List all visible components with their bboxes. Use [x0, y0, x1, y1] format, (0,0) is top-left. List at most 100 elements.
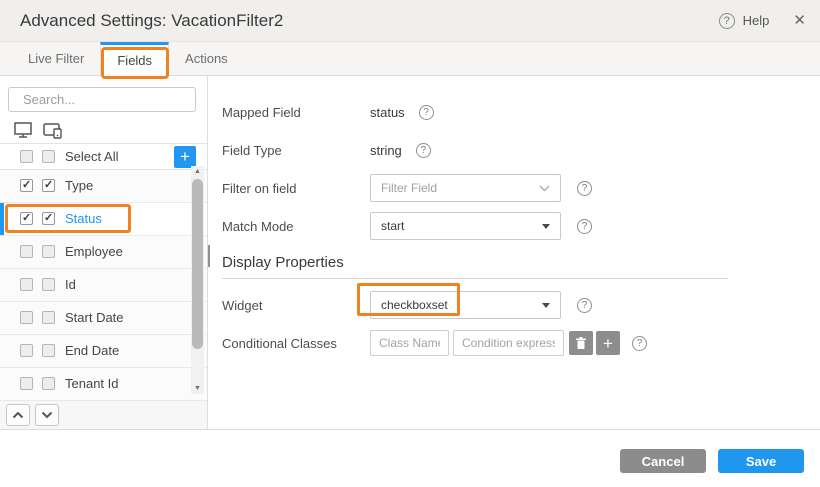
display-properties-heading: Display Properties	[222, 254, 728, 279]
field-label: Status	[65, 211, 102, 226]
desktop-checkbox[interactable]	[20, 311, 33, 324]
field-list-item-status[interactable]: Status	[0, 203, 207, 236]
field-list: Type Status Employee	[0, 170, 207, 401]
conditional-classes-label: Conditional Classes	[222, 336, 370, 351]
dialog-footer: Cancel Save	[0, 430, 820, 486]
tab-label: Fields	[117, 53, 152, 68]
help-icon[interactable]	[419, 105, 434, 120]
mobile-checkbox[interactable]	[42, 179, 55, 192]
advanced-settings-dialog: Advanced Settings: VacationFilter2 ? Hel…	[0, 0, 820, 487]
field-list-item-type[interactable]: Type	[0, 170, 207, 203]
desktop-icon[interactable]	[13, 121, 33, 139]
mobile-checkbox[interactable]	[42, 311, 55, 324]
field-list-item-end-date[interactable]: End Date	[0, 335, 207, 368]
chevron-down-icon	[539, 185, 550, 192]
mobile-checkbox[interactable]	[42, 278, 55, 291]
field-label: End Date	[65, 343, 119, 358]
dropdown-caret-icon	[542, 303, 550, 308]
match-mode-select[interactable]: start	[370, 212, 561, 240]
widget-label: Widget	[222, 298, 370, 313]
match-mode-row: Match Mode start	[222, 212, 820, 240]
device-toggle-row	[0, 116, 207, 144]
main-area: Select All + Type Status	[0, 76, 820, 430]
mobile-checkbox[interactable]	[42, 212, 55, 225]
save-button[interactable]: Save	[718, 449, 804, 473]
field-type-label: Field Type	[222, 143, 370, 158]
field-settings-panel: Mapped Field status Field Type string Fi…	[208, 76, 820, 429]
move-up-button[interactable]	[6, 404, 30, 426]
field-list-item-employee[interactable]: Employee	[0, 236, 207, 269]
filter-field-select[interactable]: Filter Field	[370, 174, 561, 202]
tab-fields[interactable]: Fields	[100, 42, 169, 76]
inner-scrollbar-thumb[interactable]	[208, 245, 210, 267]
help-icon[interactable]	[577, 298, 592, 313]
select-all-row[interactable]: Select All +	[0, 144, 207, 169]
search-box[interactable]	[8, 87, 196, 112]
search-area	[0, 76, 207, 116]
mapped-field-row: Mapped Field status	[222, 98, 820, 126]
class-name-input[interactable]	[370, 330, 449, 356]
select-all-desktop-checkbox[interactable]	[20, 150, 33, 163]
desktop-checkbox[interactable]	[20, 377, 33, 390]
help-link[interactable]: Help	[743, 13, 770, 28]
cancel-button[interactable]: Cancel	[620, 449, 706, 473]
desktop-checkbox[interactable]	[20, 179, 33, 192]
field-list-item-tenant-id[interactable]: Tenant Id	[0, 368, 207, 401]
help-icon[interactable]	[632, 336, 647, 351]
field-label: Tenant Id	[65, 376, 119, 391]
scrollbar-thumb[interactable]	[192, 179, 203, 349]
widget-select[interactable]: checkboxset	[370, 291, 561, 319]
help-icon[interactable]	[577, 181, 592, 196]
trash-icon	[575, 337, 587, 350]
field-label: Id	[65, 277, 76, 292]
close-icon[interactable]: ✕	[793, 13, 806, 28]
dropdown-caret-icon	[542, 224, 550, 229]
field-label: Employee	[65, 244, 123, 259]
mobile-checkbox[interactable]	[42, 377, 55, 390]
move-down-button[interactable]	[35, 404, 59, 426]
field-type-row: Field Type string	[222, 136, 820, 164]
field-label: Start Date	[65, 310, 124, 325]
mobile-checkbox[interactable]	[42, 344, 55, 357]
add-condition-button[interactable]: +	[596, 331, 620, 355]
tab-actions[interactable]: Actions	[169, 42, 244, 75]
filter-on-field-label: Filter on field	[222, 181, 370, 196]
condition-expression-input[interactable]	[453, 330, 564, 356]
desktop-checkbox[interactable]	[20, 344, 33, 357]
field-list-item-id[interactable]: Id	[0, 269, 207, 302]
search-input[interactable]	[23, 92, 199, 107]
mapped-field-value: status	[370, 105, 405, 120]
tab-label: Live Filter	[28, 51, 84, 66]
titlebar-actions: ? Help ✕	[719, 13, 806, 29]
desktop-checkbox[interactable]	[20, 278, 33, 291]
scroll-down-icon[interactable]: ▼	[191, 383, 204, 394]
field-type-value: string	[370, 143, 402, 158]
mobile-checkbox[interactable]	[42, 245, 55, 258]
field-list-item-start-date[interactable]: Start Date	[0, 302, 207, 335]
help-icon[interactable]	[577, 219, 592, 234]
desktop-checkbox[interactable]	[20, 245, 33, 258]
scrollbar[interactable]: ▲ ▼	[191, 166, 204, 394]
help-icon[interactable]	[416, 143, 431, 158]
dialog-title: Advanced Settings: VacationFilter2	[20, 11, 719, 31]
chevron-down-icon	[41, 411, 53, 419]
filter-on-field-row: Filter on field Filter Field	[222, 174, 820, 202]
help-icon[interactable]: ?	[719, 13, 735, 29]
match-mode-value: start	[381, 219, 542, 233]
widget-value: checkboxset	[381, 298, 542, 312]
fields-sidebar: Select All + Type Status	[0, 76, 208, 429]
field-order-controls	[0, 401, 207, 429]
conditional-classes-row: Conditional Classes +	[222, 329, 820, 357]
chevron-up-icon	[12, 411, 24, 419]
mobile-devices-icon[interactable]	[42, 121, 64, 139]
scroll-up-icon[interactable]: ▲	[191, 166, 204, 177]
tab-bar: Live Filter Fields Actions	[0, 42, 820, 76]
widget-row: Widget checkboxset	[222, 291, 820, 319]
mapped-field-label: Mapped Field	[222, 105, 370, 120]
select-all-mobile-checkbox[interactable]	[42, 150, 55, 163]
select-all-label: Select All	[65, 149, 118, 164]
tab-live-filter[interactable]: Live Filter	[12, 42, 100, 75]
field-label: Type	[65, 178, 93, 193]
delete-condition-button[interactable]	[569, 331, 593, 355]
desktop-checkbox[interactable]	[20, 212, 33, 225]
